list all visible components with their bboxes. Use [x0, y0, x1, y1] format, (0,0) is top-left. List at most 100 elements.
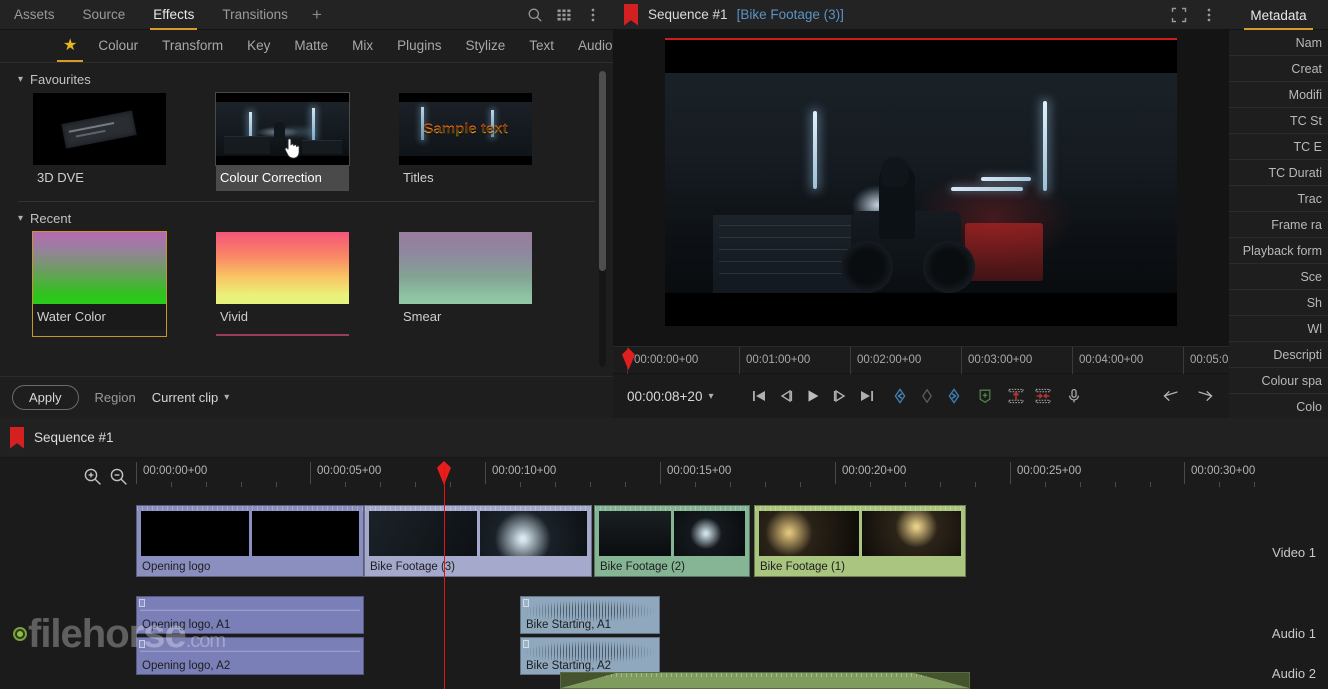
tab-assets[interactable]: Assets: [0, 0, 69, 30]
metadata-row-shot: Sh: [1229, 290, 1328, 316]
viewer-tick: 00:02:00+00: [850, 347, 921, 375]
category-colour[interactable]: Colour: [87, 30, 149, 62]
replace-icon[interactable]: [1035, 388, 1051, 404]
category-favourites-icon[interactable]: ★: [55, 30, 85, 62]
apply-button[interactable]: Apply: [12, 385, 79, 410]
viewer-timeline-ruler[interactable]: 00:00:00+00 00:01:00+00 00:02:00+00 00:0…: [613, 346, 1229, 375]
step-forward-icon[interactable]: [832, 388, 848, 404]
category-stylize[interactable]: Stylize: [454, 30, 516, 62]
mark-in-icon[interactable]: [892, 388, 908, 404]
clip-label: Bike Starting, A2: [526, 660, 612, 672]
effect-thumbnail-colour-correction: [215, 92, 350, 166]
section-header-recent[interactable]: ▾ Recent: [0, 202, 613, 232]
track-lane-audio-1[interactable]: Opening logo, A1 Bike Starting, A1: [136, 596, 1328, 637]
timeline-clip-bike-footage-2[interactable]: Bike Footage (2): [594, 505, 750, 577]
viewer-tick: 00:05:0: [1183, 347, 1228, 375]
timeline-audio-clip-bike-starting-a2[interactable]: Bike Starting, A2: [520, 637, 660, 675]
category-text[interactable]: Text: [518, 30, 565, 62]
viewer-transport-bar: 00:00:08+20 ▾: [613, 374, 1229, 418]
watermark-suffix: .com: [185, 630, 226, 652]
timecode-display[interactable]: 00:00:08+20 ▾: [613, 389, 713, 404]
zoom-out-icon[interactable]: [109, 467, 128, 491]
effect-thumbnail-titles: Sample text: [399, 93, 532, 165]
tab-source[interactable]: Source: [69, 0, 140, 30]
mark-clear-icon[interactable]: [919, 388, 935, 404]
insert-icon[interactable]: [1008, 388, 1024, 404]
grid-view-icon[interactable]: [556, 7, 572, 23]
viewer-header: Sequence #1 [Bike Footage (3)]: [613, 0, 1229, 30]
chevron-down-icon: ▾: [708, 390, 714, 402]
timeline-ruler[interactable]: 00:00:00+00 00:00:05+00 00:00:10+00 00:0…: [136, 458, 1328, 497]
effect-label-smear: Smear: [403, 309, 442, 324]
category-plugins[interactable]: Plugins: [386, 30, 452, 62]
effect-item-titles[interactable]: Sample text Titles: [399, 93, 532, 191]
timeline-clip-opening-logo[interactable]: Opening logo: [136, 505, 364, 577]
mark-out-icon[interactable]: [946, 388, 962, 404]
add-marker-icon[interactable]: [977, 388, 993, 404]
watermark-text: filehorse: [28, 612, 187, 656]
timeline-ruler-row: 00:00:00+00 00:00:05+00 00:00:10+00 00:0…: [0, 458, 1328, 497]
effect-item-3d-dve[interactable]: 3D DVE: [33, 93, 166, 191]
viewer-header-icons: [1171, 7, 1229, 23]
tab-metadata[interactable]: Metadata: [1244, 0, 1313, 30]
fullscreen-icon[interactable]: [1171, 7, 1187, 23]
tab-transitions[interactable]: Transitions: [208, 0, 302, 30]
timeline-audio-clip-bike-starting-a1[interactable]: Bike Starting, A1: [520, 596, 660, 634]
redo-icon[interactable]: [1197, 388, 1213, 404]
metadata-panel: Metadata Nam Creat Modifi TC St TC E TC …: [1229, 0, 1328, 420]
category-transform[interactable]: Transform: [151, 30, 234, 62]
effect-underline: [216, 334, 349, 336]
effect-item-smear[interactable]: Smear: [399, 232, 532, 336]
metadata-row-colour-space: Colour spa: [1229, 368, 1328, 394]
region-dropdown[interactable]: Current clip ▾: [152, 390, 230, 405]
effects-scrollbar[interactable]: [599, 71, 606, 367]
effect-item-water-color[interactable]: Water Color: [32, 231, 167, 337]
effects-tabbar-icons: [527, 7, 613, 23]
add-tab-button[interactable]: +: [302, 1, 332, 29]
timeline-clip-bike-footage-1[interactable]: Bike Footage (1): [754, 505, 966, 577]
red-equipment: [965, 223, 1043, 281]
zoom-in-icon[interactable]: [83, 467, 102, 491]
viewer-sequence-title: Sequence #1: [648, 7, 728, 22]
region-value: Current clip: [151, 390, 219, 405]
more-options-icon[interactable]: [1201, 7, 1217, 23]
timeline-playhead-line: [444, 466, 445, 689]
effect-item-vivid[interactable]: Vivid: [216, 232, 349, 336]
audio-record-toggle[interactable]: [13, 627, 27, 641]
effects-tabbar: Assets Source Effects Transitions +: [0, 0, 613, 30]
more-options-icon[interactable]: [585, 7, 601, 23]
category-matte[interactable]: Matte: [283, 30, 339, 62]
category-mix[interactable]: Mix: [341, 30, 384, 62]
timeline-bottom-clip[interactable]: [560, 672, 970, 689]
voiceover-icon[interactable]: [1066, 388, 1082, 404]
effect-item-colour-correction[interactable]: Colour Correction: [215, 92, 350, 191]
undo-icon[interactable]: [1163, 388, 1179, 404]
timeline-clip-bike-footage-3[interactable]: Bike Footage (3): [364, 505, 592, 577]
track-lane-video-1[interactable]: Opening logo Bike Footage (3) Bike Foota…: [136, 505, 1328, 577]
viewer-clip-link[interactable]: [Bike Footage (3)]: [737, 7, 844, 22]
tab-effects[interactable]: Effects: [139, 0, 208, 30]
wheel-front: [841, 241, 893, 293]
effects-category-bar: ★ Colour Transform Key Matte Mix Plugins…: [0, 30, 613, 63]
effects-scrollbar-thumb[interactable]: [599, 71, 606, 271]
go-to-end-icon[interactable]: [859, 388, 875, 404]
category-key[interactable]: Key: [236, 30, 281, 62]
timeline-tick: 00:00:00+00: [136, 462, 207, 484]
region-label: Region: [94, 390, 136, 405]
mouse-cursor-icon: [284, 137, 301, 160]
transport-buttons: [751, 388, 1082, 404]
chevron-down-icon: ▾: [18, 74, 24, 85]
metadata-tabbar: Metadata: [1229, 0, 1328, 30]
metadata-row-who: Wl: [1229, 316, 1328, 342]
metadata-row-colour: Colo: [1229, 394, 1328, 420]
play-icon[interactable]: [805, 388, 821, 404]
viewer-tick: 00:01:00+00: [739, 347, 810, 375]
sequence-flag-icon: [624, 3, 638, 26]
go-to-start-icon[interactable]: [751, 388, 767, 404]
search-icon[interactable]: [527, 7, 543, 23]
effect-thumbnail-vivid: [216, 232, 349, 304]
viewer-video-preview[interactable]: [665, 38, 1177, 326]
section-header-favourites[interactable]: ▾ Favourites: [0, 63, 613, 93]
step-back-icon[interactable]: [778, 388, 794, 404]
section-title-recent: Recent: [30, 211, 72, 226]
